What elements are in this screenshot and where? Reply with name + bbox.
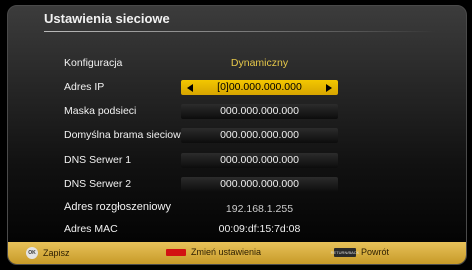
dns-server-2-label: DNS Serwer 2 — [64, 178, 132, 190]
config-label: Konfiguracja — [64, 57, 123, 69]
ip-address-field[interactable]: [0]00.000.000.000 — [181, 80, 338, 95]
mac-address-label: Adres MAC — [64, 223, 118, 235]
ip-address-label: Adres IP — [64, 81, 105, 93]
back-label: Powrót — [361, 247, 390, 257]
save-label: Zapisz — [43, 248, 70, 258]
arrow-left-icon[interactable] — [187, 84, 193, 92]
ip-address-value: [0]00.000.000.000 — [217, 81, 302, 93]
arrow-right-icon[interactable] — [326, 84, 332, 92]
return-key-icon: RETURN/BACK — [330, 247, 360, 257]
dns-server-2-field[interactable]: 000.000.000.000 — [181, 177, 338, 192]
config-value[interactable]: Dynamiczny — [181, 57, 338, 69]
page-title: Ustawienia sieciowe — [44, 11, 170, 26]
default-gateway-field[interactable]: 000.000.000.000 — [181, 128, 338, 143]
change-settings-action[interactable]: Zmień ustawienia — [166, 247, 261, 257]
dns-server-1-label: DNS Serwer 1 — [64, 154, 132, 166]
footer-bar: OK Zapisz Zmień ustawienia RETURN/BACK P… — [8, 242, 466, 264]
default-gateway-label: Domyślna brama sieciowa — [64, 129, 187, 141]
dns-server-1-field[interactable]: 000.000.000.000 — [181, 153, 338, 168]
mac-address-value: 00:09:df:15:7d:08 — [218, 223, 301, 235]
broadcast-address-value: 192.168.1.255 — [225, 203, 294, 215]
subnet-mask-label: Maska podsieci — [64, 105, 137, 117]
save-action[interactable]: OK Zapisz — [26, 247, 70, 259]
change-settings-label: Zmień ustawienia — [191, 247, 262, 257]
red-key-icon — [166, 248, 186, 256]
back-action[interactable]: RETURN/BACK Powrót — [330, 247, 390, 257]
network-settings-panel: Ustawienia sieciowe Konfiguracja Dynamic… — [7, 5, 467, 265]
subnet-mask-field[interactable]: 000.000.000.000 — [181, 104, 338, 119]
broadcast-address-label: Adres rozgłoszeniowy — [64, 201, 171, 213]
ok-key-icon: OK — [26, 247, 38, 259]
title-divider — [44, 31, 436, 32]
